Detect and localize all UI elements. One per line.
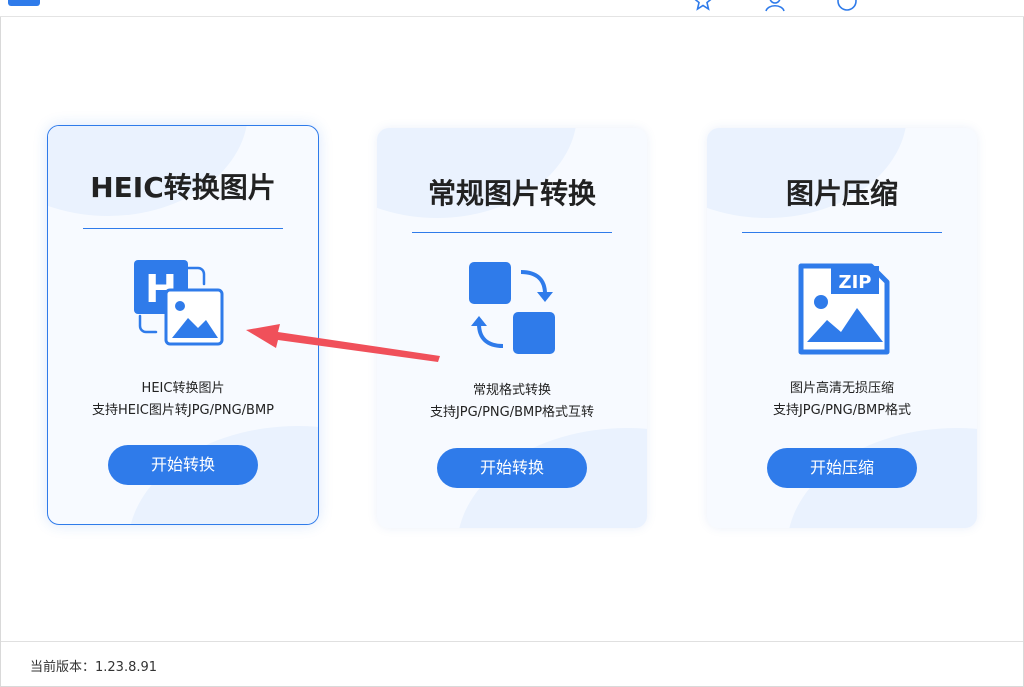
user-icon[interactable] bbox=[764, 0, 786, 12]
version-label: 当前版本：1.23.8.91 bbox=[30, 660, 158, 675]
card-description: 图片高清无损压缩 支持JPG/PNG/BMP格式 bbox=[707, 378, 977, 422]
format-swap-icon bbox=[457, 258, 567, 358]
start-convert-button[interactable]: 开始转换 bbox=[437, 448, 587, 488]
zip-badge: ZIP bbox=[839, 272, 872, 293]
card-image-compress[interactable]: 图片压缩 ZIP 图片高清无损压缩 支持JPG/PNG/BMP格式 开始压缩 bbox=[707, 128, 977, 528]
zip-image-icon: ZIP bbox=[787, 260, 897, 360]
start-compress-button[interactable]: 开始压缩 bbox=[767, 448, 917, 488]
card-title: HEIC转换图片 bbox=[90, 171, 276, 204]
card-title: 图片压缩 bbox=[785, 177, 898, 210]
app-logo bbox=[8, 0, 40, 6]
desc-line: 支持HEIC图片转JPG/PNG/BMP bbox=[91, 403, 275, 418]
desc-line: 图片高清无损压缩 bbox=[789, 381, 894, 396]
title-divider bbox=[742, 232, 942, 233]
start-convert-button[interactable]: 开始转换 bbox=[108, 445, 258, 485]
desc-line: 支持JPG/PNG/BMP格式 bbox=[772, 403, 912, 418]
help-icon[interactable] bbox=[836, 0, 858, 12]
card-description: 常规格式转换 支持JPG/PNG/BMP格式互转 bbox=[377, 380, 647, 424]
card-description: HEIC转换图片 支持HEIC图片转JPG/PNG/BMP bbox=[48, 378, 318, 422]
card-title: 常规图片转换 bbox=[427, 177, 596, 210]
title-bar bbox=[0, 0, 1024, 17]
heic-convert-icon: H bbox=[128, 256, 238, 356]
title-divider bbox=[412, 232, 612, 233]
desc-line: HEIC转换图片 bbox=[141, 381, 225, 396]
annotation-arrow-icon bbox=[246, 324, 440, 362]
title-divider bbox=[83, 228, 283, 229]
desc-line: 常规格式转换 bbox=[472, 383, 551, 398]
footer-divider bbox=[1, 641, 1023, 642]
desc-line: 支持JPG/PNG/BMP格式互转 bbox=[429, 405, 595, 420]
star-icon[interactable] bbox=[692, 0, 714, 12]
